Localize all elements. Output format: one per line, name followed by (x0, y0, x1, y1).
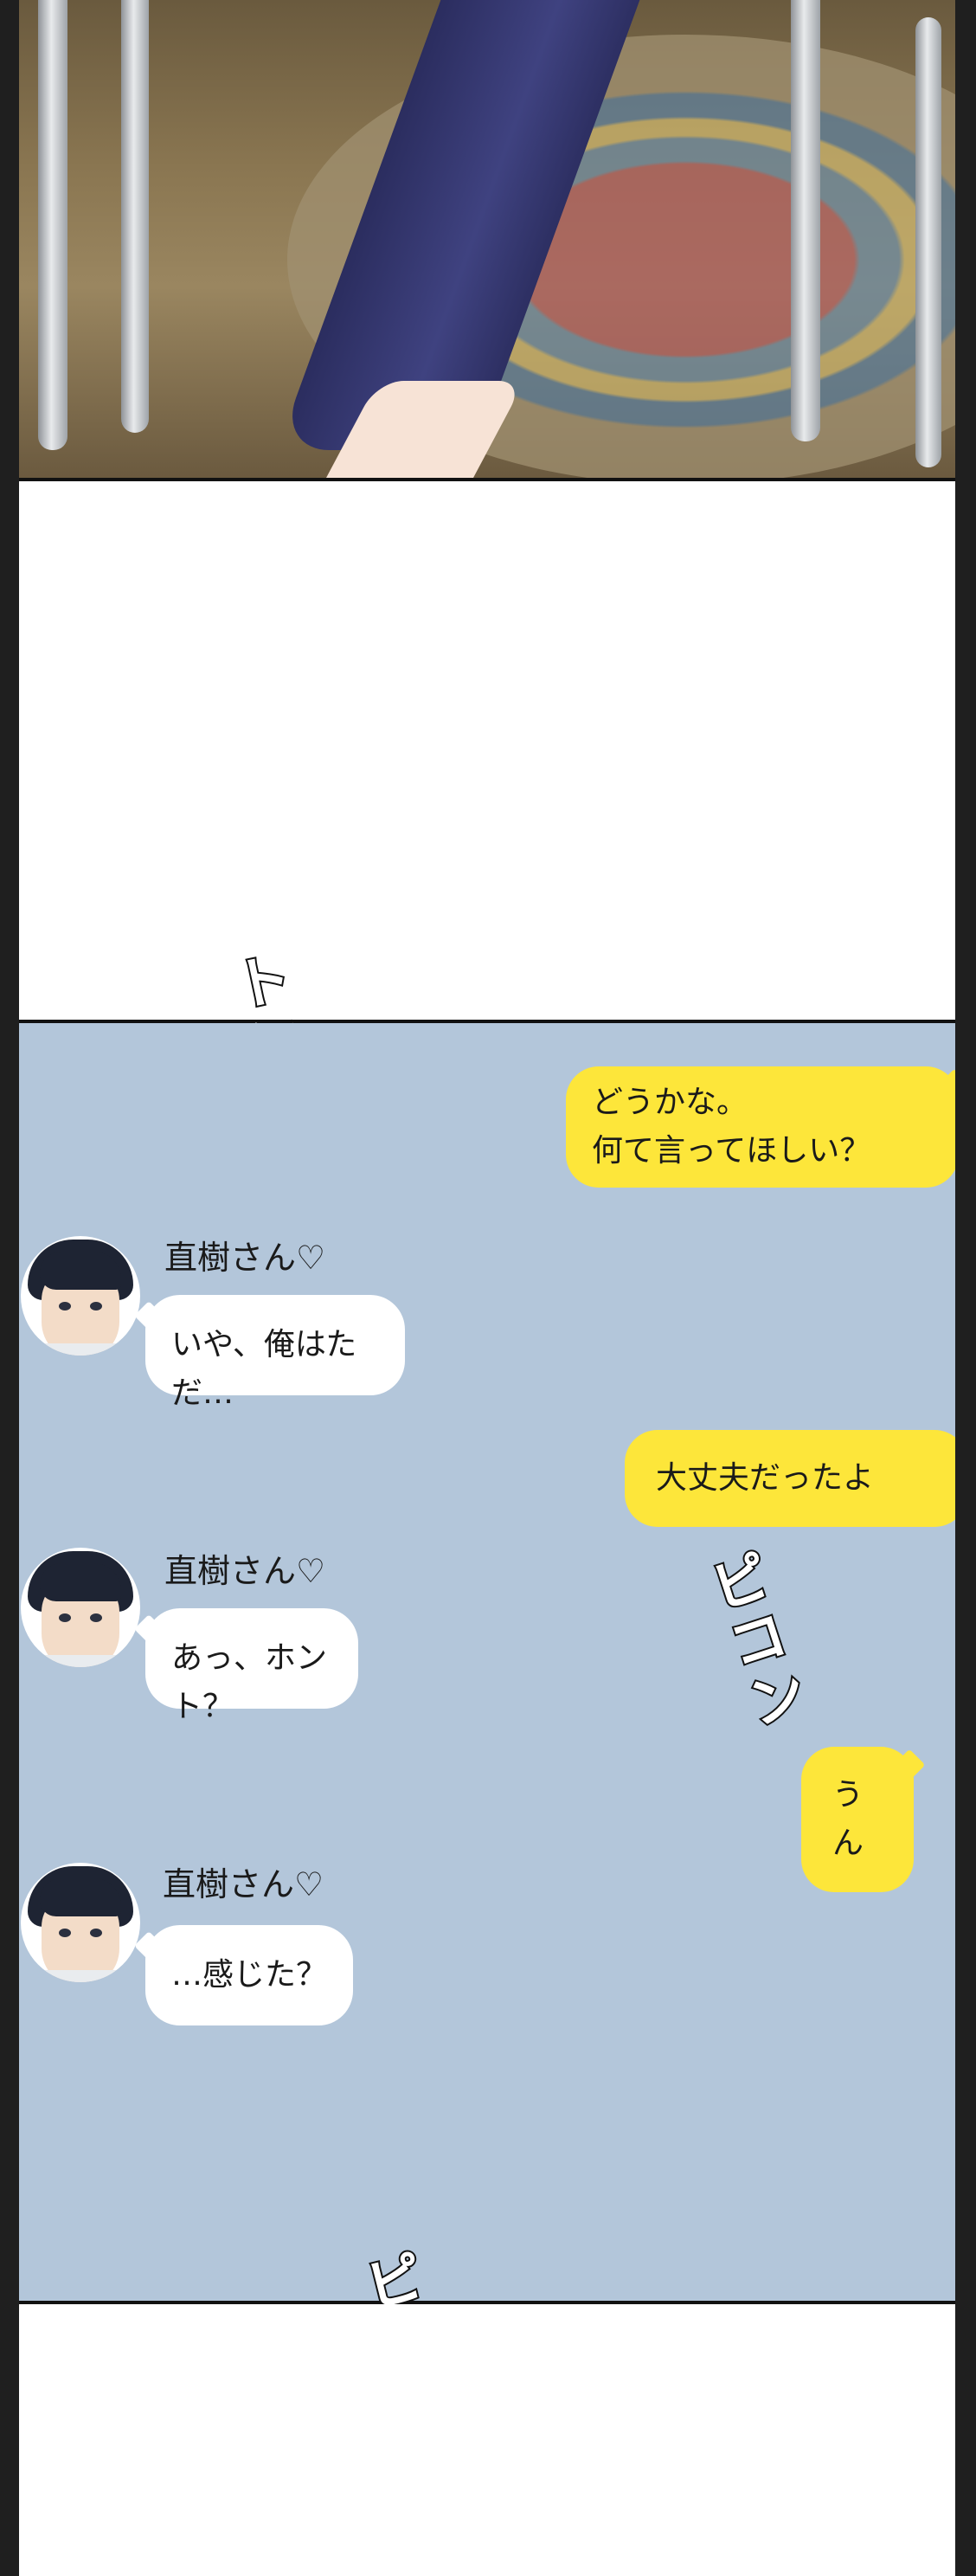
panel-chat: どうかな。 何て言ってほしい？ 直樹さん♡ いや、俺はただ… 大丈夫だったよ 直… (19, 1023, 955, 2304)
avatar (21, 1236, 140, 1356)
panel-scene-illustration (19, 0, 955, 481)
chair-leg-left (38, 0, 67, 450)
chair-leg-left-inner (121, 0, 149, 433)
sender-name: 直樹さん♡ (164, 1239, 326, 1277)
sfx-ping-1: ピコン (692, 1543, 815, 1741)
panel-blank (19, 481, 955, 1023)
message-line: 何て言ってほしい？ (592, 1133, 871, 1169)
my-message-bubble: うん (801, 1747, 914, 1892)
sender-name: 直樹さん♡ (164, 1552, 326, 1590)
their-message-bubble: …感じた？ (145, 1925, 353, 2025)
sender-name: 直樹さん♡ (163, 1865, 324, 1903)
avatar (21, 1548, 140, 1667)
my-message-bubble: どうかな。 何て言ってほしい？ (566, 1066, 955, 1188)
panel-blank-bottom (19, 2304, 955, 2576)
message-line: どうかな。 (592, 1085, 748, 1120)
their-message-bubble: あっ、ホント？ (145, 1608, 358, 1724)
chair-leg-right (791, 0, 820, 441)
avatar (21, 1863, 140, 1982)
their-message-bubble: いや、俺はただ… (145, 1295, 405, 1411)
my-message-bubble: 大丈夫だったよ (625, 1430, 955, 1527)
comic-page: トン トン どうかな。 何て言ってほしい？ 直樹さん♡ いや、俺はただ… 大丈夫… (19, 0, 955, 2576)
chair-leg-right-outer (915, 17, 941, 467)
